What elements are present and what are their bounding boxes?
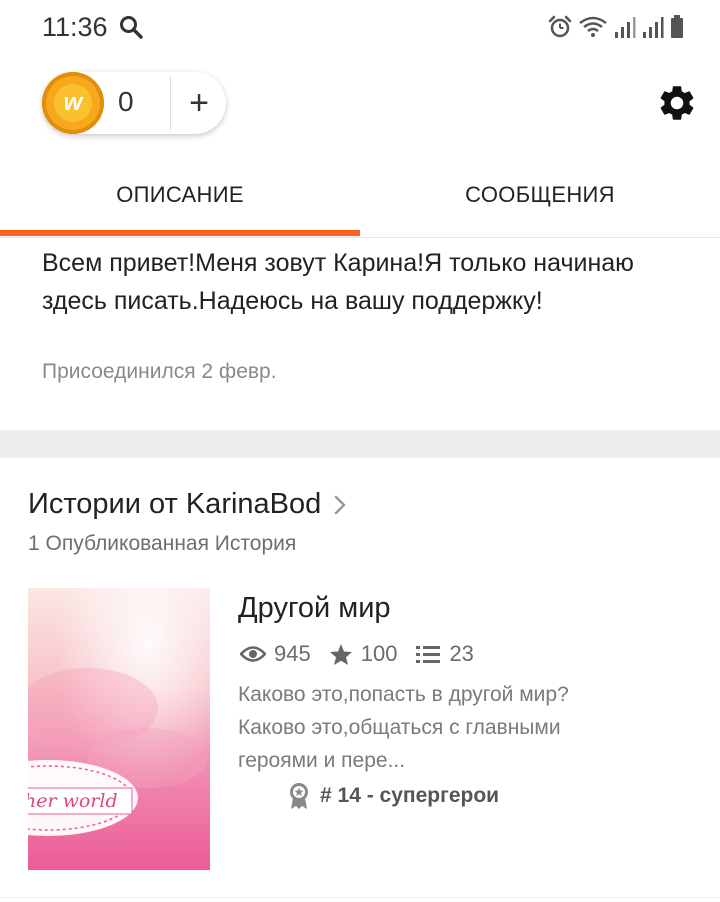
gear-icon[interactable] xyxy=(656,82,698,124)
story-cover-image[interactable]: her world xyxy=(28,588,210,870)
section-divider xyxy=(0,430,720,458)
signal-icon xyxy=(643,17,664,38)
joined-date: Присоединился 2 февр. xyxy=(42,360,277,383)
parts-stat: 23 xyxy=(415,641,474,667)
status-bar: 11:36 xyxy=(0,0,720,56)
battery-icon xyxy=(671,15,683,38)
rank-label: # 14 - супергерои xyxy=(320,784,500,807)
coin-count: 0 xyxy=(118,86,134,117)
story-stats: 945 100 23 xyxy=(240,640,492,668)
views-stat: 945 xyxy=(240,641,311,667)
coin-balance[interactable]: w 0 + xyxy=(42,72,226,134)
chevron-right-icon xyxy=(335,495,346,514)
alarm-icon xyxy=(548,15,572,38)
wattpad-coin-icon: w xyxy=(42,72,104,134)
votes-stat: 100 xyxy=(329,641,398,667)
list-icon xyxy=(416,646,441,663)
parts-count: 23 xyxy=(449,641,474,666)
story-description: Каково это,попасть в другой мир?Каково э… xyxy=(238,683,569,772)
eye-icon xyxy=(240,646,266,662)
status-icons xyxy=(548,14,684,40)
add-coins-button[interactable]: + xyxy=(172,72,226,134)
award-ribbon-icon xyxy=(290,783,308,809)
profile-tabs: ОПИСАНИЕ СООБЩЕНИЯ xyxy=(0,160,720,238)
star-icon xyxy=(329,643,352,665)
wifi-icon xyxy=(579,16,607,37)
profile-bio: Всем привет!Меня зовут Карина!Я только н… xyxy=(42,249,634,315)
tab-messages[interactable]: СООБЩЕНИЯ xyxy=(360,160,720,230)
tab-description[interactable]: ОПИСАНИЕ xyxy=(0,160,360,230)
story-rank[interactable]: # 14 - супергерои xyxy=(288,780,499,812)
divider xyxy=(170,76,171,130)
status-time: 11:36 xyxy=(42,12,108,42)
votes-count: 100 xyxy=(360,641,398,666)
divider xyxy=(0,897,720,898)
stories-title: Истории от KarinaBod xyxy=(28,488,322,520)
story-title[interactable]: Другой мир xyxy=(238,592,391,625)
views-count: 945 xyxy=(274,641,311,666)
stories-count: 1 Опубликованная История xyxy=(28,532,297,555)
active-tab-indicator xyxy=(0,230,360,236)
signal-icon xyxy=(615,17,636,38)
search-icon xyxy=(120,16,143,39)
stories-header[interactable]: Истории от KarinaBod xyxy=(28,488,347,521)
story-cover-text: her world xyxy=(28,790,118,812)
